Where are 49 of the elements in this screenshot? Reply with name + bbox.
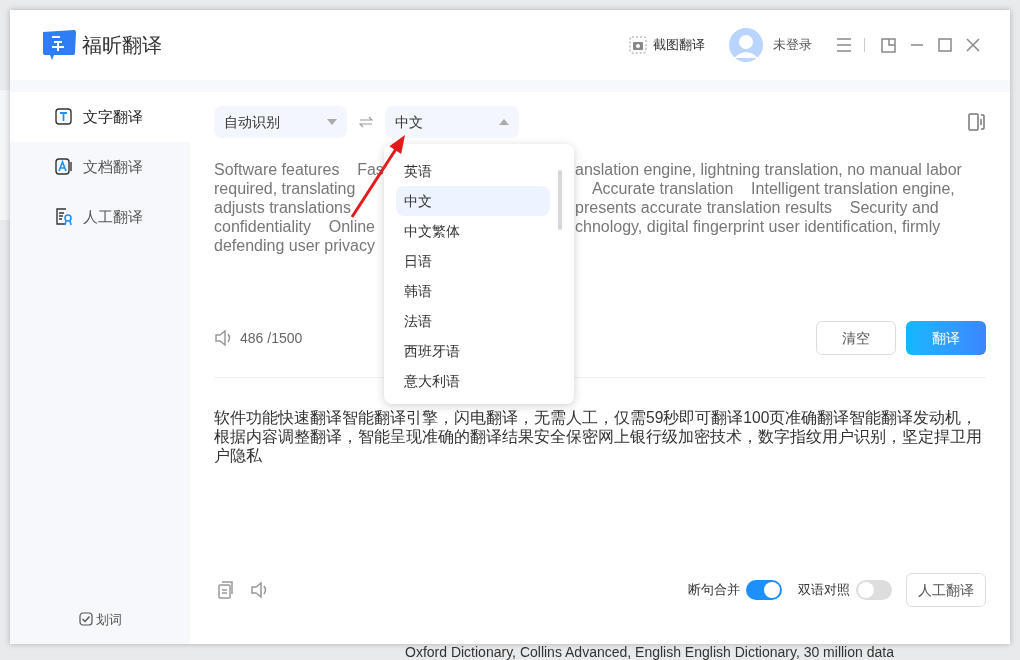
- caret-down-icon: [327, 119, 337, 125]
- swap-icon[interactable]: [359, 116, 373, 128]
- menu-icon[interactable]: [836, 38, 852, 52]
- source-text[interactable]: Accurate translation Intelligent translation engine,: [575, 179, 955, 198]
- language-select[interactable]: 中文: [385, 106, 519, 138]
- language-option[interactable]: 意大利语: [396, 366, 550, 396]
- clear-button[interactable]: 清空: [816, 321, 896, 355]
- source-text[interactable]: defending user privacy: [214, 236, 384, 255]
- source-text[interactable]: required, translating: [214, 179, 384, 198]
- source-text[interactable]: presents accurate translation results Security and: [575, 198, 939, 217]
- source-text[interactable]: anslation engine, lightning translation, no manual labor: [575, 160, 962, 179]
- language-option[interactable]: 西班牙语: [396, 336, 550, 366]
- checkbox-icon: [78, 612, 93, 627]
- word-pick-checkbox[interactable]: 划词: [78, 609, 122, 629]
- toggle-switch[interactable]: [746, 580, 782, 600]
- person-document-icon: [55, 208, 73, 226]
- close-icon[interactable]: [966, 38, 980, 52]
- caret-up-icon: [499, 119, 509, 125]
- language-option[interactable]: 法语: [396, 306, 550, 336]
- language-option[interactable]: 日语: [396, 246, 550, 276]
- avatar-icon: [729, 28, 763, 62]
- scrollbar[interactable]: [558, 170, 562, 230]
- document-icon: [55, 158, 73, 176]
- maximize-icon[interactable]: [938, 38, 952, 52]
- copy-icon[interactable]: [218, 581, 234, 599]
- logo-icon: [40, 29, 78, 61]
- toggle-label: 双语对照: [798, 581, 850, 600]
- language-option[interactable]: 英语: [396, 156, 550, 186]
- source-text[interactable]: chnology, digital fingerprint user identification, firmly: [575, 217, 941, 236]
- login-status[interactable]: 未登录: [773, 35, 812, 55]
- character-count: 486 /1500: [240, 328, 303, 348]
- background-window-text: Oxford Dictionary, Collins Advanced, English English Dictionary, 30 million data: [405, 645, 894, 660]
- translation-result: 软件功能快速翻译智能翻译引擎，闪电翻译，无需人工，仅需59秒即可翻译100页准确翻译智能翻译发动机，根据内容调整翻译，智能呈现准确的翻译结果安全保密网上银行级加密技术，数字指纹用户识别，坚定捍卫用户隐私: [214, 408, 983, 466]
- text-icon: [55, 108, 73, 126]
- toggle-label: 断句合并: [688, 581, 740, 600]
- camera-icon: [629, 36, 647, 54]
- split-view-icon[interactable]: [968, 113, 986, 131]
- human-translate-button[interactable]: 人工翻译: [906, 573, 986, 607]
- language-select[interactable]: 自动识别: [214, 106, 347, 138]
- language-option[interactable]: 韩语: [396, 276, 550, 306]
- toggle-switch[interactable]: [856, 580, 892, 600]
- app-name: 福昕翻译: [82, 33, 162, 58]
- language-option[interactable]: 中文: [396, 186, 550, 216]
- screenshot-translate-button[interactable]: 截图翻译: [629, 35, 705, 55]
- source-text[interactable]: confidentiality Online: [214, 217, 384, 236]
- mini-mode-icon[interactable]: [881, 37, 896, 53]
- source-text[interactable]: adjusts translations: [214, 198, 384, 217]
- language-option[interactable]: 中文繁体: [396, 216, 550, 246]
- sidebar-item[interactable]: 文字翻译: [10, 92, 190, 142]
